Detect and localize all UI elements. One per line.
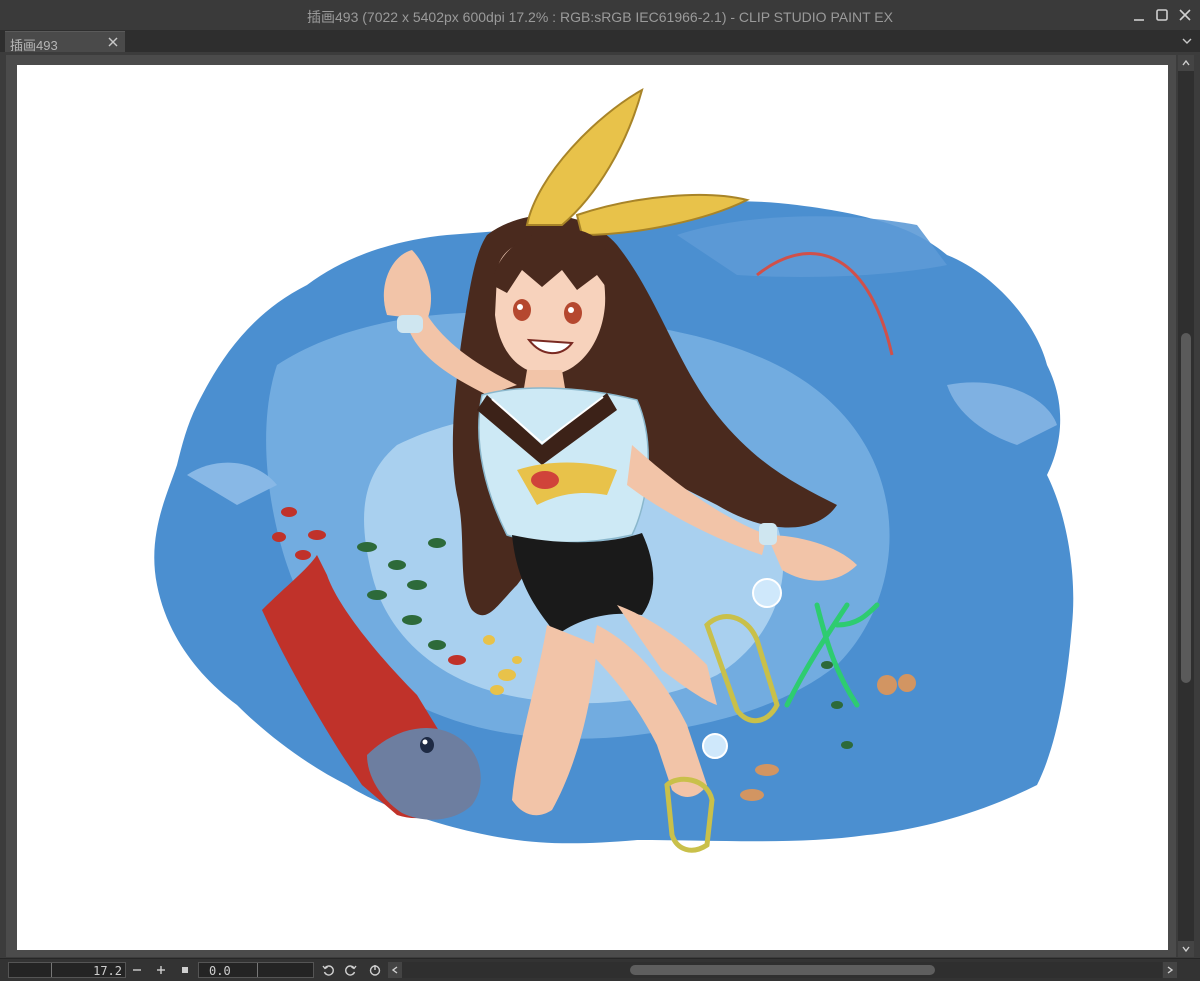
chevron-right-icon [1167,966,1174,974]
canvas-viewport[interactable] [6,55,1176,957]
chevron-left-icon [391,966,398,974]
close-icon[interactable] [106,35,120,49]
zoom-slider[interactable]: 17.2 [8,962,126,978]
reset-rotation-icon [369,965,381,976]
maximize-icon [1156,9,1168,21]
minus-icon [133,969,141,971]
chevron-down-icon[interactable] [1180,34,1194,48]
close-button[interactable] [1176,6,1194,24]
close-icon [1179,9,1191,21]
maximize-button[interactable] [1153,6,1171,24]
square-icon [182,967,188,973]
app-window: 插画493 (7022 x 5402px 600dpi 17.2% : RGB:… [0,0,1200,981]
zoom-out-button[interactable] [129,962,145,978]
rotation-slider-tick [257,963,258,977]
horizontal-scrollbar[interactable] [402,962,1162,978]
vertical-scrollbar[interactable] [1178,55,1194,957]
window-title: 插画493 (7022 x 5402px 600dpi 17.2% : RGB:… [307,9,893,25]
zoom-in-button[interactable] [153,962,169,978]
chevron-down-icon [1182,946,1190,953]
plus-icon [157,966,165,974]
document-tab[interactable]: 插画493 [5,31,125,53]
scroll-up-button[interactable] [1178,55,1194,71]
minimize-button[interactable] [1130,6,1148,24]
fit-to-window-button[interactable] [177,962,193,978]
rotation-value[interactable]: 0.0 [209,964,231,978]
chevron-up-icon [1182,59,1190,66]
rotate-right-icon [345,965,357,976]
rotation-slider[interactable]: 0.0 [198,962,314,978]
vertical-scroll-thumb[interactable] [1181,333,1191,683]
tab-bar: 插画493 [0,30,1200,53]
tab-label: 插画493 [10,38,58,53]
minimize-icon [1134,19,1144,21]
rotate-left-icon [322,965,334,976]
rotate-right-button[interactable] [343,962,359,978]
scroll-down-button[interactable] [1178,941,1194,957]
zoom-value[interactable]: 17.2 [93,964,122,978]
illustration [154,87,1074,853]
rotate-left-button[interactable] [320,962,336,978]
horizontal-scroll-thumb[interactable] [630,965,935,975]
zoom-slider-tick [51,963,52,977]
scroll-right-button[interactable] [1163,962,1177,978]
title-bar: 插画493 (7022 x 5402px 600dpi 17.2% : RGB:… [0,0,1200,30]
canvas-paper[interactable] [17,65,1168,950]
status-bar: 17.2 0.0 [0,958,1200,981]
reset-rotation-button[interactable] [367,962,383,978]
scroll-left-button[interactable] [388,962,402,978]
